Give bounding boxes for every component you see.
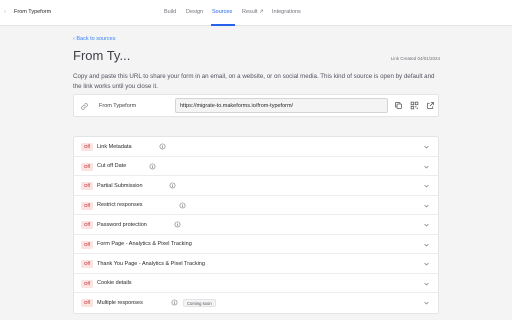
info-icon[interactable] bbox=[169, 182, 176, 189]
status-badge: Off bbox=[81, 162, 93, 171]
chevron-down-icon[interactable] bbox=[423, 222, 430, 228]
setting-label: Cookie details bbox=[97, 280, 132, 286]
setting-row-password-protection[interactable]: Off Password protection bbox=[74, 215, 438, 235]
info-icon[interactable] bbox=[171, 299, 178, 306]
setting-label: Password protection bbox=[97, 221, 147, 228]
status-badge: Off bbox=[81, 279, 93, 288]
chevron-down-icon[interactable] bbox=[423, 300, 430, 306]
source-description: Copy and paste this URL to share your fo… bbox=[73, 73, 435, 90]
active-tab-indicator bbox=[211, 24, 235, 26]
setting-label: Thank You Page - Analytics & Pixel Track… bbox=[97, 260, 205, 267]
status-badge: Off bbox=[81, 143, 93, 151]
status-badge: Off bbox=[81, 182, 93, 190]
chevron-down-icon[interactable] bbox=[423, 183, 430, 189]
external-link-icon[interactable] bbox=[426, 101, 435, 110]
tab-build[interactable]: Build bbox=[164, 9, 176, 15]
setting-row-multiple-responses[interactable]: Off Multiple responses Coming soon bbox=[74, 293, 438, 313]
tab-design[interactable]: Design bbox=[186, 9, 203, 15]
setting-label: Cut off Date bbox=[97, 163, 127, 169]
share-url-field[interactable]: https://migrate-to.makeforms.io/from-typ… bbox=[175, 98, 388, 113]
status-badge: Off bbox=[81, 299, 93, 307]
page-title: From Ty... bbox=[73, 48, 131, 63]
source-settings-list: Off Link Metadata Off Cut off Date Off Partia… bbox=[73, 136, 439, 314]
chevron-down-icon[interactable] bbox=[423, 261, 430, 267]
status-badge: Off bbox=[81, 240, 93, 249]
tab-result[interactable]: Result ↗ bbox=[242, 9, 264, 15]
qr-code-icon[interactable] bbox=[410, 101, 419, 110]
setting-row-cut-off-date[interactable]: Off Cut off Date bbox=[74, 157, 438, 176]
chevron-down-icon[interactable] bbox=[423, 281, 430, 287]
setting-row-thank-you-page-analytics-pixel-tracking[interactable]: Off Thank You Page - Analytics & Pixel Tr… bbox=[74, 254, 438, 274]
source-url-card: From Typeform https://migrate-to.makefor… bbox=[73, 94, 439, 117]
info-icon[interactable] bbox=[159, 143, 166, 150]
setting-row-form-page-analytics-pixel-tracking[interactable]: Off Form Page - Analytics & Pixel Trackin… bbox=[74, 235, 438, 254]
setting-row-partial-submission[interactable]: Off Partial Submission bbox=[74, 176, 438, 196]
setting-row-link-metadata[interactable]: Off Link Metadata bbox=[74, 137, 438, 157]
link-icon bbox=[81, 103, 88, 110]
setting-label: Partial Submission bbox=[97, 182, 143, 189]
coming-soon-badge: Coming soon bbox=[183, 298, 216, 307]
back-to-sources-link[interactable]: ‹ Back to sources bbox=[73, 36, 116, 42]
status-badge: Off bbox=[81, 201, 93, 210]
tab-integrations[interactable]: Integrations bbox=[272, 9, 301, 15]
breadcrumb-separator: › bbox=[4, 9, 6, 15]
info-icon[interactable] bbox=[174, 221, 181, 228]
chevron-down-icon[interactable] bbox=[423, 242, 430, 248]
setting-label: Restrict responses bbox=[97, 202, 143, 208]
link-created-date: Link Created 04/01/2024 bbox=[390, 56, 440, 61]
top-bar: › From Typeform Build Design Sources Res… bbox=[0, 0, 512, 26]
status-badge: Off bbox=[81, 221, 93, 229]
tab-sources[interactable]: Sources bbox=[212, 9, 232, 15]
chevron-down-icon[interactable] bbox=[423, 164, 430, 170]
setting-row-cookie-details[interactable]: Off Cookie details bbox=[74, 274, 438, 293]
chevron-down-icon[interactable] bbox=[423, 203, 430, 209]
info-icon[interactable] bbox=[179, 202, 186, 209]
status-badge: Off bbox=[81, 260, 93, 268]
breadcrumb-form-name[interactable]: From Typeform bbox=[14, 9, 51, 15]
source-name: From Typeform bbox=[99, 103, 137, 109]
setting-label: Multiple responses bbox=[97, 299, 143, 306]
setting-label: Link Metadata bbox=[97, 143, 132, 150]
setting-label: Form Page - Analytics & Pixel Tracking bbox=[97, 241, 192, 247]
info-icon[interactable] bbox=[149, 163, 156, 170]
copy-icon[interactable] bbox=[394, 101, 403, 110]
chevron-down-icon[interactable] bbox=[423, 144, 430, 150]
setting-row-restrict-responses[interactable]: Off Restrict responses bbox=[74, 196, 438, 215]
